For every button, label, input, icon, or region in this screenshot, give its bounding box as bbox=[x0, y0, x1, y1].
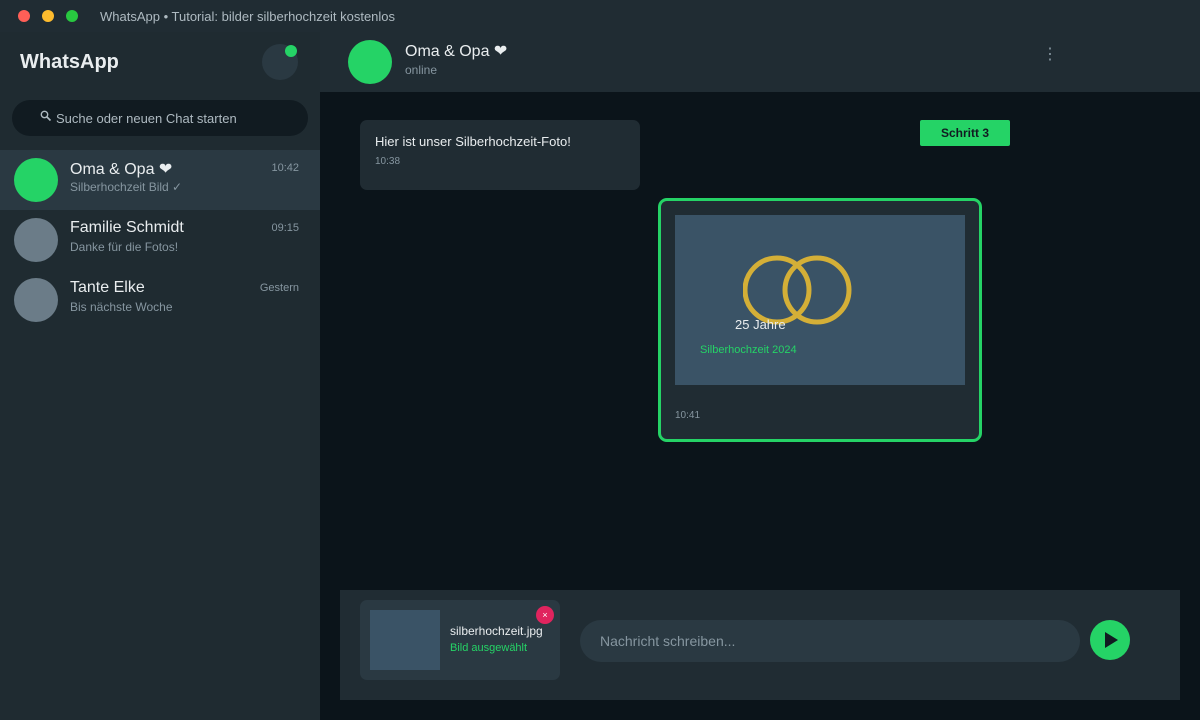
attachment-status: Bild ausgewählt bbox=[450, 642, 528, 654]
message-text: Hier ist unser Silberhochzeit-Foto! bbox=[375, 134, 571, 149]
app-title: WhatsApp bbox=[20, 51, 119, 73]
sidebar: WhatsApp Oma & Opa ❤ 10:42 Silberhochzei… bbox=[0, 32, 320, 720]
chat-time: 09:15 bbox=[271, 222, 299, 234]
minimize-window-button[interactable] bbox=[42, 10, 54, 22]
remove-attachment-button[interactable]: × bbox=[536, 606, 554, 624]
avatar bbox=[14, 158, 58, 202]
composer: silberhochzeit.jpg Bild ausgewählt × bbox=[340, 590, 1180, 700]
chat-name: Oma & Opa ❤ bbox=[70, 161, 173, 178]
profile-avatar[interactable] bbox=[262, 44, 298, 80]
step-badge: Schritt 3 bbox=[920, 120, 1010, 146]
search-input[interactable] bbox=[56, 100, 296, 136]
chat-name: Familie Schmidt bbox=[70, 219, 184, 236]
chat-item-oma-opa[interactable]: Oma & Opa ❤ 10:42 Silberhochzeit Bild ✓ bbox=[0, 150, 320, 210]
chat-preview: Silberhochzeit Bild ✓ bbox=[70, 180, 183, 194]
chat-time: 10:42 bbox=[271, 162, 299, 174]
attachment-thumbnail bbox=[370, 610, 440, 670]
chat-name: Tante Elke bbox=[70, 279, 145, 296]
window-titlebar: WhatsApp • Tutorial: bilder silberhochze… bbox=[0, 0, 1200, 32]
avatar bbox=[14, 218, 58, 262]
contact-name[interactable]: Oma & Opa ❤ bbox=[405, 41, 507, 61]
wedding-photo[interactable]: 25 Jahre Silberhochzeit 2024 bbox=[675, 215, 965, 385]
message-time: 10:41 bbox=[675, 410, 701, 421]
photo-caption: Silberhochzeit 2024 bbox=[700, 344, 797, 356]
search-bar bbox=[12, 100, 308, 136]
contact-status: online bbox=[405, 63, 438, 77]
attachment-preview: silberhochzeit.jpg Bild ausgewählt × bbox=[360, 600, 560, 680]
photo-years-label: 25 Jahre bbox=[735, 317, 786, 332]
window-title: WhatsApp • Tutorial: bilder silberhochze… bbox=[100, 9, 396, 24]
chat-time: Gestern bbox=[259, 282, 299, 294]
more-menu-icon[interactable]: ⋮ bbox=[1042, 44, 1058, 64]
chat-preview: Bis nächste Woche bbox=[70, 300, 173, 314]
chat-list: Oma & Opa ❤ 10:42 Silberhochzeit Bild ✓ … bbox=[0, 150, 320, 330]
photo-message[interactable]: 25 Jahre Silberhochzeit 2024 10:41 bbox=[658, 198, 982, 442]
chat-item-familie-schmidt[interactable]: Familie Schmidt 09:15 Danke für die Foto… bbox=[0, 210, 320, 270]
chat-header: Oma & Opa ❤ online ⋮ bbox=[320, 32, 1200, 92]
send-icon bbox=[1105, 632, 1118, 648]
message-input[interactable] bbox=[600, 620, 1060, 662]
send-button[interactable] bbox=[1090, 620, 1130, 660]
search-icon bbox=[40, 110, 52, 125]
message-input-wrapper bbox=[580, 620, 1080, 662]
status-indicator bbox=[285, 45, 297, 57]
incoming-message: Hier ist unser Silberhochzeit-Foto! 10:3… bbox=[360, 120, 640, 190]
chat-preview: Danke für die Fotos! bbox=[70, 240, 179, 254]
avatar bbox=[14, 278, 58, 322]
maximize-window-button[interactable] bbox=[66, 10, 78, 22]
close-window-button[interactable] bbox=[18, 10, 30, 22]
contact-avatar[interactable] bbox=[348, 40, 392, 84]
chat-item-tante-elke[interactable]: Tante Elke Gestern Bis nächste Woche bbox=[0, 270, 320, 330]
wedding-rings-icon bbox=[743, 255, 852, 325]
message-time: 10:38 bbox=[375, 156, 401, 167]
attachment-filename: silberhochzeit.jpg bbox=[450, 624, 543, 638]
